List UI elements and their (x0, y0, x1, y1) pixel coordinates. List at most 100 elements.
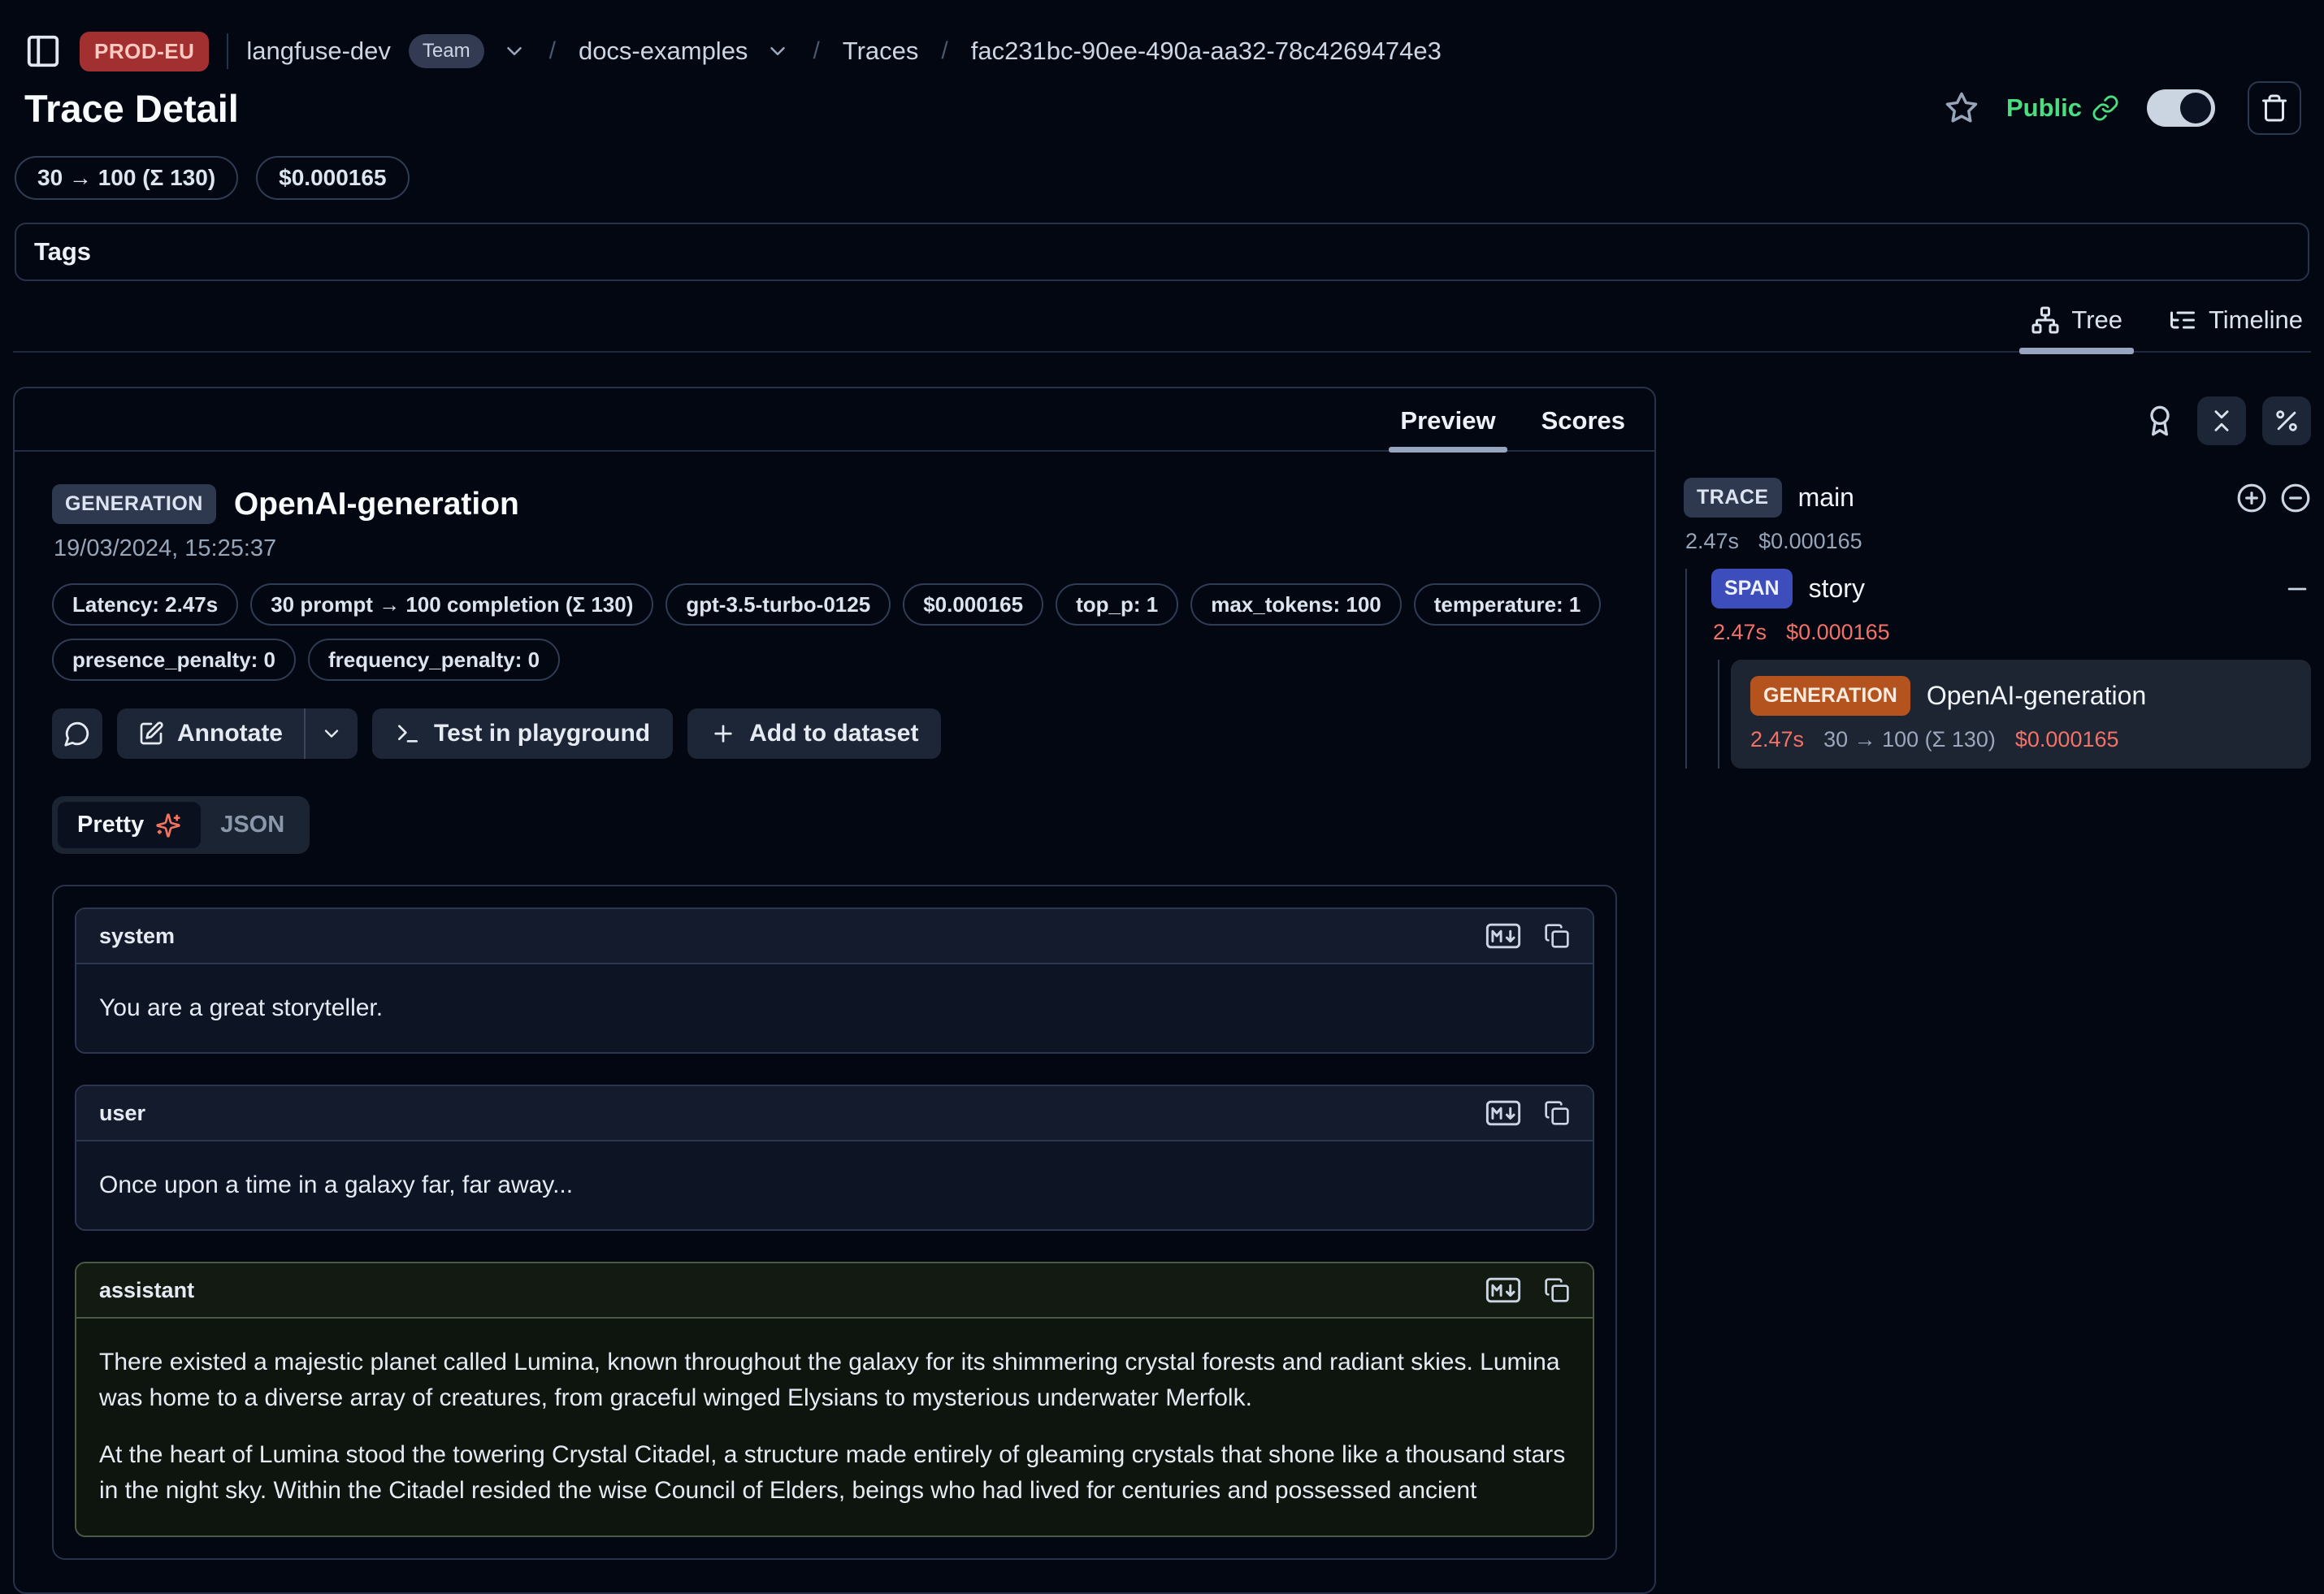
observation-badges: Latency: 2.47s 30 prompt → 100 completio… (52, 583, 1612, 681)
org-type-badge: Team (409, 34, 484, 68)
public-label: Public (2006, 93, 2082, 123)
cost-badge: $0.000165 (256, 156, 409, 200)
markdown-toggle-icon[interactable] (1485, 1277, 1521, 1303)
tree-node-generation-selected[interactable]: GENERATION OpenAI-generation 2.47s 30 → … (1731, 660, 2311, 769)
delete-trace-button[interactable] (2248, 81, 2301, 135)
generation-tokens: 30 → 100 (Σ 130) (1823, 727, 1996, 752)
toggle-percentages-button[interactable] (2262, 396, 2311, 445)
sidebar-toggle-button[interactable] (24, 32, 62, 70)
message-role-label: system (99, 924, 175, 949)
observation-actions: Annotate Test in playground (52, 708, 1617, 759)
token-usage-badge: 30 → 100 (Σ 130) (15, 156, 238, 200)
observation-timestamp: 19/03/2024, 15:25:37 (54, 535, 1617, 562)
pen-square-icon (138, 721, 164, 747)
tab-preview[interactable]: Preview (1395, 406, 1500, 450)
message-text: Once upon a time in a galaxy far, far aw… (99, 1167, 1570, 1203)
generation-cost: $0.000165 (2015, 727, 2119, 752)
annotate-dropdown-button[interactable] (304, 708, 358, 759)
markdown-toggle-icon[interactable] (1485, 923, 1521, 949)
project-switcher-chevron-down-icon[interactable] (765, 39, 790, 63)
span-cost: $0.000165 (1786, 620, 1890, 645)
public-toggle[interactable] (2147, 89, 2215, 127)
breadcrumb: PROD-EU langfuse-dev Team / docs-example… (13, 0, 2311, 73)
format-pretty-segment[interactable]: Pretty (58, 802, 201, 848)
message-assistant-header: assistant (76, 1263, 1593, 1319)
list-tree-icon (2168, 305, 2197, 335)
message-user-header: user (76, 1086, 1593, 1141)
breadcrumb-project[interactable]: docs-examples (579, 37, 748, 66)
tab-tree[interactable]: Tree (2027, 305, 2126, 351)
trash-icon (2260, 93, 2289, 123)
minus-circle-icon[interactable] (2280, 483, 2311, 513)
tree-node-span[interactable]: SPAN story (1711, 569, 2311, 609)
tree-zoom-controls (2236, 483, 2311, 513)
message-system: system You are a great s (75, 907, 1594, 1054)
tab-timeline[interactable]: Timeline (2165, 305, 2306, 351)
trace-type-badge: TRACE (1684, 478, 1782, 518)
tab-scores[interactable]: Scores (1537, 406, 1630, 450)
trace-cost: $0.000165 (1758, 529, 1862, 554)
plus-icon (710, 721, 736, 747)
page-header: Trace Detail Public (13, 73, 2311, 135)
observation-panel: Preview Scores GENERATION OpenAI-generat… (13, 387, 1656, 1594)
copy-icon[interactable] (1544, 923, 1570, 949)
model-badge[interactable]: gpt-3.5-turbo-0125 (666, 583, 891, 626)
observation-detail: GENERATION OpenAI-generation 19/03/2024,… (15, 452, 1654, 1592)
message-text: You are a great storyteller. (99, 990, 1570, 1026)
collapse-node-minus-icon[interactable] (2283, 575, 2311, 603)
format-toggle: Pretty JSON (52, 796, 310, 854)
award-icon[interactable] (2144, 405, 2176, 437)
tags-label: Tags (34, 237, 91, 266)
message-header-icons (1485, 923, 1570, 949)
trace-detail-page: PROD-EU langfuse-dev Team / docs-example… (0, 0, 2324, 1532)
markdown-toggle-icon[interactable] (1485, 1100, 1521, 1126)
generation-metrics: 2.47s 30 → 100 (Σ 130) $0.000165 (1750, 727, 2291, 752)
org-switcher-chevron-down-icon[interactable] (502, 39, 527, 63)
add-to-dataset-button[interactable]: Add to dataset (687, 708, 941, 759)
bookmark-star-button[interactable] (1945, 91, 1979, 125)
message-header-icons (1485, 1277, 1570, 1303)
test-in-playground-button[interactable]: Test in playground (372, 708, 673, 759)
copy-icon[interactable] (1544, 1100, 1570, 1126)
span-metrics: 2.47s $0.000165 (1711, 620, 2311, 645)
view-tabs: Tree Timeline (13, 305, 2311, 353)
annotate-label: Annotate (177, 720, 283, 747)
message-role-label: user (99, 1101, 145, 1126)
presence-penalty-badge: presence_penalty: 0 (52, 639, 296, 681)
breadcrumb-separator: / (936, 37, 952, 65)
format-json-segment[interactable]: JSON (201, 802, 304, 848)
span-latency: 2.47s (1713, 620, 1767, 645)
plus-circle-icon[interactable] (2236, 483, 2267, 513)
chevrons-collapse-icon (2208, 407, 2235, 435)
annotate-split-button: Annotate (117, 708, 358, 759)
collapse-all-button[interactable] (2197, 396, 2246, 445)
span-type-badge: SPAN (1711, 569, 1793, 609)
copy-icon[interactable] (1544, 1277, 1570, 1303)
public-link[interactable]: Public (2006, 93, 2119, 123)
panel-left-icon (24, 32, 62, 70)
span-children: GENERATION OpenAI-generation 2.47s 30 → … (1718, 660, 2311, 769)
annotate-button[interactable]: Annotate (117, 708, 304, 759)
breadcrumb-org[interactable]: langfuse-dev (246, 37, 391, 66)
generation-latency: 2.47s (1750, 727, 1804, 752)
percent-icon (2273, 407, 2300, 435)
breadcrumb-divider (227, 33, 228, 69)
message-assistant: assistant There existed (75, 1262, 1594, 1536)
tags-section[interactable]: Tags (15, 223, 2309, 281)
add-to-dataset-label: Add to dataset (749, 720, 918, 747)
header-actions: Public (1945, 81, 2301, 135)
generation-row: GENERATION OpenAI-generation (1750, 676, 2291, 716)
breadcrumb-separator: / (808, 37, 824, 65)
message-role-label: assistant (99, 1278, 194, 1303)
breadcrumb-section-traces[interactable]: Traces (843, 37, 919, 66)
environment-badge: PROD-EU (80, 32, 209, 71)
temperature-badge: temperature: 1 (1414, 583, 1602, 626)
tree-node-trace[interactable]: TRACE main (1684, 478, 2311, 518)
io-messages-box: system You are a great s (52, 885, 1617, 1560)
generation-name: OpenAI-generation (1927, 681, 2146, 711)
message-text: At the heart of Lumina stood the towerin… (99, 1437, 1570, 1509)
page-title: Trace Detail (24, 86, 239, 131)
cost-badge: $0.000165 (903, 583, 1043, 626)
link-icon (2092, 94, 2119, 122)
comment-button[interactable] (52, 708, 102, 759)
